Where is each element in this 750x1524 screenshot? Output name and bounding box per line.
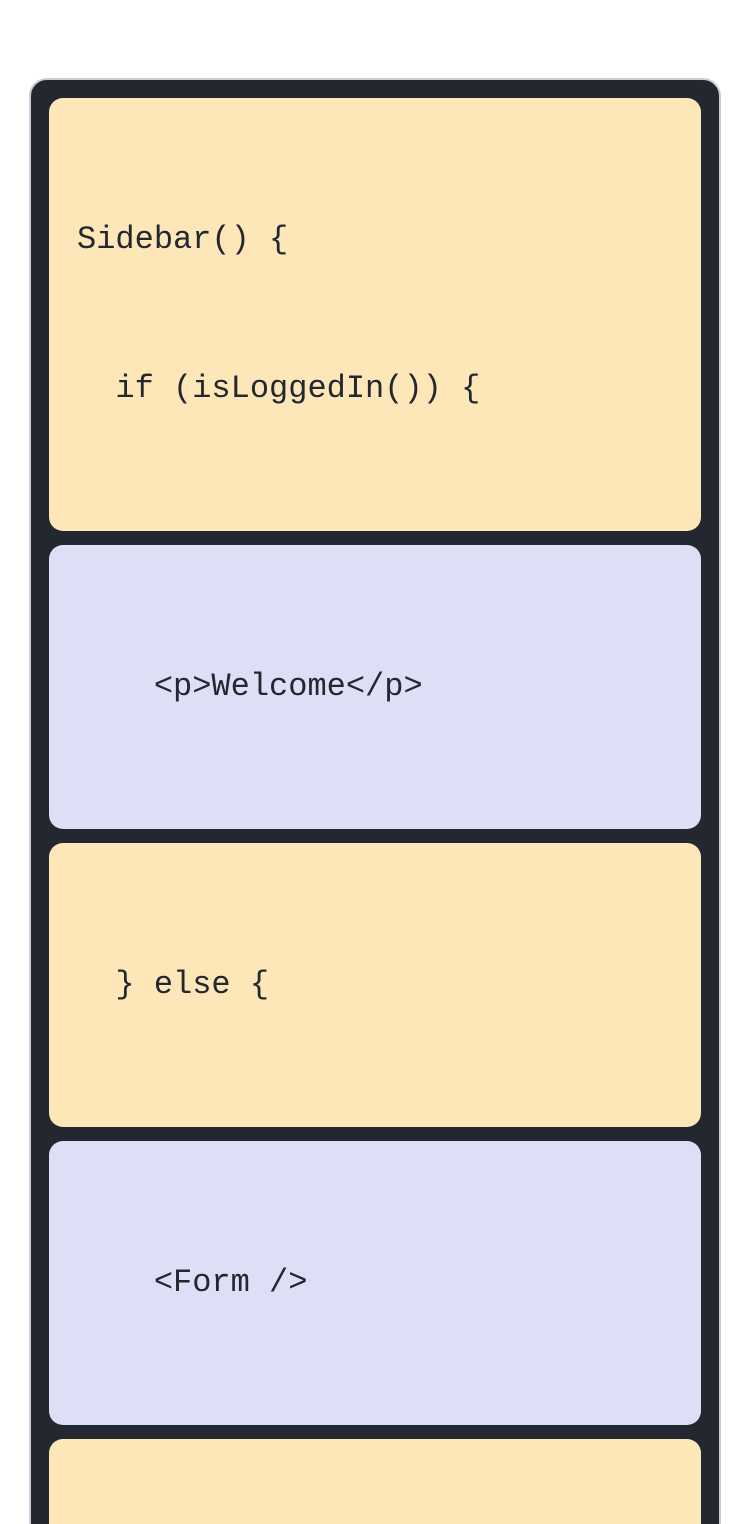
code-line: <Form />	[77, 1258, 673, 1308]
code-diagram: Sidebar() { if (isLoggedIn()) { <p>Welco…	[29, 78, 721, 1524]
code-block-jsx-welcome: <p>Welcome</p>	[49, 545, 701, 829]
code-line: <p>Welcome</p>	[77, 662, 673, 712]
code-line: Sidebar() {	[77, 215, 673, 265]
code-block-jsx-form: <Form />	[49, 1141, 701, 1425]
code-block-js-else: } else {	[49, 843, 701, 1127]
code-line: if (isLoggedIn()) {	[77, 364, 673, 414]
code-block-js-header: Sidebar() { if (isLoggedIn()) {	[49, 98, 701, 531]
code-block-js-footer: } }	[49, 1439, 701, 1524]
code-line: } else {	[77, 960, 673, 1010]
